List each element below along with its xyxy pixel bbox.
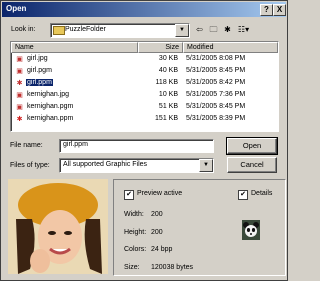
- up-folder-icon[interactable]: 🗀: [207, 24, 220, 36]
- image-file-icon: ▣: [16, 104, 23, 111]
- file-name: kernighan.ppm: [27, 115, 74, 122]
- file-size: 10 KB: [158, 91, 178, 98]
- size-label: Size:: [124, 264, 140, 271]
- file-size: 151 KB: [155, 115, 178, 122]
- chevron-down-icon[interactable]: ▼: [175, 24, 189, 37]
- column-size[interactable]: Size: [138, 42, 183, 53]
- window-title: Open: [6, 4, 27, 13]
- file-row[interactable]: ▣ kernighan.pgm 51 KB 5/31/2005 8:45 PM: [11, 102, 278, 113]
- width-value: 200: [151, 211, 163, 218]
- image-file-icon: ▣: [16, 56, 23, 63]
- help-button[interactable]: ?: [260, 4, 273, 16]
- file-name-label: File name:: [10, 142, 43, 149]
- file-type-label: Files of type:: [10, 162, 50, 169]
- image-file-icon: ▣: [16, 92, 23, 99]
- column-modified[interactable]: Modified: [183, 42, 278, 53]
- file-type-combo[interactable]: All supported Graphic Files ▼: [59, 158, 214, 173]
- file-size: 40 KB: [158, 67, 178, 74]
- colors-label: Colors:: [124, 246, 147, 253]
- chevron-down-icon[interactable]: ▼: [199, 159, 213, 172]
- file-row[interactable]: ✱ kernighan.ppm 151 KB 5/31/2005 8:39 PM: [11, 114, 278, 125]
- colors-value: 24 bpp: [151, 246, 173, 253]
- file-modified: 5/31/2005 7:36 PM: [186, 91, 246, 98]
- file-name: kernighan.jpg: [27, 91, 70, 98]
- file-modified: 5/31/2005 8:08 PM: [186, 55, 246, 62]
- cancel-button[interactable]: Cancel: [227, 157, 277, 173]
- file-size: 118 KB: [155, 79, 178, 86]
- file-modified: 5/31/2005 8:42 PM: [186, 79, 246, 86]
- file-modified: 5/31/2005 8:39 PM: [186, 115, 246, 122]
- file-name-input[interactable]: girl.ppm: [59, 139, 214, 153]
- look-in-combo[interactable]: PuzzleFolder ▼: [50, 23, 190, 38]
- preview-active-label: Preview active: [137, 190, 183, 197]
- file-type-value: All supported Graphic Files: [63, 161, 148, 168]
- file-name-value: girl.ppm: [63, 141, 88, 148]
- close-button[interactable]: X: [273, 4, 286, 16]
- image-file-icon: ✱: [16, 80, 23, 87]
- file-size: 51 KB: [158, 103, 178, 110]
- image-preview: [8, 179, 108, 274]
- look-in-value: PuzzleFolder: [65, 26, 106, 33]
- back-icon[interactable]: ⇦: [193, 24, 206, 36]
- file-name: kernighan.pgm: [27, 103, 74, 110]
- file-list[interactable]: Name Size Modified ▣ girl.jpg 30 KB 5/31…: [10, 41, 279, 132]
- open-button[interactable]: Open: [226, 137, 278, 155]
- file-name: girl.pgm: [27, 67, 52, 74]
- file-row[interactable]: ▣ girl.pgm 40 KB 5/31/2005 8:45 PM: [11, 66, 278, 77]
- preview-panel: ✔ Preview active ✔ Details Width: 200 He…: [113, 179, 286, 276]
- height-label: Height:: [124, 229, 147, 236]
- file-modified: 5/31/2005 8:45 PM: [186, 103, 246, 110]
- look-in-label: Look in:: [11, 26, 36, 33]
- file-row[interactable]: ▣ kernighan.jpg 10 KB 5/31/2005 7:36 PM: [11, 90, 278, 101]
- size-value: 120038 bytes: [151, 264, 194, 271]
- image-file-icon: ✱: [16, 116, 23, 123]
- image-file-icon: ▣: [16, 68, 23, 75]
- column-name[interactable]: Name: [11, 42, 138, 53]
- file-name: girl.jpg: [27, 55, 48, 62]
- file-name: girl.ppm: [26, 79, 53, 86]
- open-dialog: Open ? X Look in: PuzzleFolder ▼ ⇦ 🗀 ✱ ☷…: [0, 0, 288, 281]
- title-bar: Open ? X: [2, 2, 286, 17]
- portrait-image: [8, 179, 108, 274]
- height-value: 200: [151, 229, 163, 236]
- file-row-selected[interactable]: ✱ girl.ppm 118 KB 5/31/2005 8:42 PM: [11, 78, 278, 89]
- details-checkbox[interactable]: ✔: [238, 190, 248, 200]
- width-label: Width:: [124, 211, 144, 218]
- preview-active-checkbox[interactable]: ✔: [124, 190, 134, 200]
- file-size: 30 KB: [158, 55, 178, 62]
- panda-icon: [242, 220, 260, 240]
- view-menu-icon[interactable]: ☷▾: [237, 24, 250, 36]
- new-folder-icon[interactable]: ✱: [221, 24, 234, 36]
- folder-icon: [53, 26, 65, 35]
- file-row[interactable]: ▣ girl.jpg 30 KB 5/31/2005 8:08 PM: [11, 54, 278, 65]
- details-label: Details: [251, 190, 273, 197]
- file-modified: 5/31/2005 8:45 PM: [186, 67, 246, 74]
